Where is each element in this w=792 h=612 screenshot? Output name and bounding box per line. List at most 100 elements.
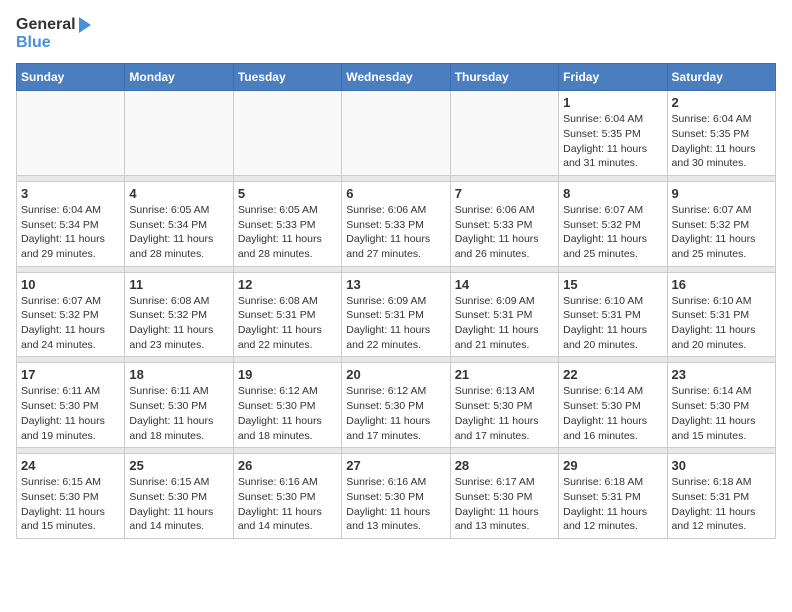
calendar-day-cell: 22 Sunrise: 6:14 AMSunset: 5:30 PMDayligh… xyxy=(559,363,667,448)
day-info: Sunrise: 6:12 AMSunset: 5:30 PMDaylight:… xyxy=(238,384,337,443)
day-info: Sunrise: 6:11 AMSunset: 5:30 PMDaylight:… xyxy=(21,384,120,443)
day-info: Sunrise: 6:10 AMSunset: 5:31 PMDaylight:… xyxy=(672,294,771,353)
day-info: Sunrise: 6:08 AMSunset: 5:31 PMDaylight:… xyxy=(238,294,337,353)
weekday-header: Sunday xyxy=(17,64,125,91)
day-number: 21 xyxy=(455,367,554,382)
calendar-week-row: 3 Sunrise: 6:04 AMSunset: 5:34 PMDaylight… xyxy=(17,181,776,266)
calendar-day-cell: 13 Sunrise: 6:09 AMSunset: 5:31 PMDayligh… xyxy=(342,272,450,357)
calendar-day-cell xyxy=(17,91,125,176)
calendar-day-cell: 6 Sunrise: 6:06 AMSunset: 5:33 PMDaylight… xyxy=(342,181,450,266)
day-number: 16 xyxy=(672,277,771,292)
calendar-day-cell: 11 Sunrise: 6:08 AMSunset: 5:32 PMDayligh… xyxy=(125,272,233,357)
day-info: Sunrise: 6:09 AMSunset: 5:31 PMDaylight:… xyxy=(455,294,554,353)
calendar-day-cell: 9 Sunrise: 6:07 AMSunset: 5:32 PMDaylight… xyxy=(667,181,775,266)
calendar-day-cell: 8 Sunrise: 6:07 AMSunset: 5:32 PMDaylight… xyxy=(559,181,667,266)
day-info: Sunrise: 6:07 AMSunset: 5:32 PMDaylight:… xyxy=(672,203,771,262)
calendar-day-cell: 2 Sunrise: 6:04 AMSunset: 5:35 PMDaylight… xyxy=(667,91,775,176)
day-info: Sunrise: 6:04 AMSunset: 5:34 PMDaylight:… xyxy=(21,203,120,262)
day-number: 5 xyxy=(238,186,337,201)
day-number: 7 xyxy=(455,186,554,201)
weekday-header: Friday xyxy=(559,64,667,91)
calendar-day-cell: 15Sunrise: 6:10 AMSunset: 5:31 PMDayligh… xyxy=(559,272,667,357)
calendar-day-cell: 10 Sunrise: 6:07 AMSunset: 5:32 PMDayligh… xyxy=(17,272,125,357)
calendar-day-cell: 18Sunrise: 6:11 AMSunset: 5:30 PMDayligh… xyxy=(125,363,233,448)
calendar-header-row: SundayMondayTuesdayWednesdayThursdayFrid… xyxy=(17,64,776,91)
calendar-day-cell: 7 Sunrise: 6:06 AMSunset: 5:33 PMDaylight… xyxy=(450,181,558,266)
day-info: Sunrise: 6:13 AMSunset: 5:30 PMDaylight:… xyxy=(455,384,554,443)
day-info: Sunrise: 6:15 AMSunset: 5:30 PMDaylight:… xyxy=(129,475,228,534)
calendar-day-cell: 1Sunrise: 6:04 AMSunset: 5:35 PMDaylight… xyxy=(559,91,667,176)
weekday-header: Wednesday xyxy=(342,64,450,91)
day-info: Sunrise: 6:04 AMSunset: 5:35 PMDaylight:… xyxy=(563,112,662,171)
day-number: 17 xyxy=(21,367,120,382)
calendar-day-cell: 16 Sunrise: 6:10 AMSunset: 5:31 PMDayligh… xyxy=(667,272,775,357)
day-number: 6 xyxy=(346,186,445,201)
day-number: 3 xyxy=(21,186,120,201)
day-info: Sunrise: 6:05 AMSunset: 5:33 PMDaylight:… xyxy=(238,203,337,262)
day-number: 30 xyxy=(672,458,771,473)
calendar-day-cell: 23 Sunrise: 6:14 AMSunset: 5:30 PMDayligh… xyxy=(667,363,775,448)
calendar-day-cell: 12Sunrise: 6:08 AMSunset: 5:31 PMDayligh… xyxy=(233,272,341,357)
day-info: Sunrise: 6:09 AMSunset: 5:31 PMDaylight:… xyxy=(346,294,445,353)
day-number: 22 xyxy=(563,367,662,382)
page-header: General Blue xyxy=(16,16,776,51)
day-info: Sunrise: 6:06 AMSunset: 5:33 PMDaylight:… xyxy=(346,203,445,262)
day-number: 15 xyxy=(563,277,662,292)
day-number: 11 xyxy=(129,277,228,292)
day-number: 2 xyxy=(672,95,771,110)
calendar-day-cell: 17 Sunrise: 6:11 AMSunset: 5:30 PMDayligh… xyxy=(17,363,125,448)
calendar-day-cell xyxy=(450,91,558,176)
calendar-day-cell: 14 Sunrise: 6:09 AMSunset: 5:31 PMDayligh… xyxy=(450,272,558,357)
day-info: Sunrise: 6:14 AMSunset: 5:30 PMDaylight:… xyxy=(672,384,771,443)
day-number: 19 xyxy=(238,367,337,382)
weekday-header: Monday xyxy=(125,64,233,91)
logo: General Blue xyxy=(16,16,91,51)
calendar-week-row: 1Sunrise: 6:04 AMSunset: 5:35 PMDaylight… xyxy=(17,91,776,176)
day-info: Sunrise: 6:04 AMSunset: 5:35 PMDaylight:… xyxy=(672,112,771,171)
day-info: Sunrise: 6:15 AMSunset: 5:30 PMDaylight:… xyxy=(21,475,120,534)
day-info: Sunrise: 6:18 AMSunset: 5:31 PMDaylight:… xyxy=(563,475,662,534)
day-number: 29 xyxy=(563,458,662,473)
day-info: Sunrise: 6:16 AMSunset: 5:30 PMDaylight:… xyxy=(346,475,445,534)
day-number: 27 xyxy=(346,458,445,473)
day-info: Sunrise: 6:14 AMSunset: 5:30 PMDaylight:… xyxy=(563,384,662,443)
day-number: 28 xyxy=(455,458,554,473)
calendar-week-row: 17 Sunrise: 6:11 AMSunset: 5:30 PMDayligh… xyxy=(17,363,776,448)
day-info: Sunrise: 6:05 AMSunset: 5:34 PMDaylight:… xyxy=(129,203,228,262)
calendar-day-cell: 21 Sunrise: 6:13 AMSunset: 5:30 PMDayligh… xyxy=(450,363,558,448)
day-number: 14 xyxy=(455,277,554,292)
day-info: Sunrise: 6:06 AMSunset: 5:33 PMDaylight:… xyxy=(455,203,554,262)
calendar-day-cell: 20 Sunrise: 6:12 AMSunset: 5:30 PMDayligh… xyxy=(342,363,450,448)
calendar-day-cell: 27 Sunrise: 6:16 AMSunset: 5:30 PMDayligh… xyxy=(342,454,450,539)
day-info: Sunrise: 6:07 AMSunset: 5:32 PMDaylight:… xyxy=(21,294,120,353)
weekday-header: Tuesday xyxy=(233,64,341,91)
calendar-day-cell: 5 Sunrise: 6:05 AMSunset: 5:33 PMDaylight… xyxy=(233,181,341,266)
day-number: 23 xyxy=(672,367,771,382)
day-info: Sunrise: 6:12 AMSunset: 5:30 PMDaylight:… xyxy=(346,384,445,443)
day-info: Sunrise: 6:07 AMSunset: 5:32 PMDaylight:… xyxy=(563,203,662,262)
calendar-day-cell xyxy=(233,91,341,176)
day-number: 10 xyxy=(21,277,120,292)
day-number: 18 xyxy=(129,367,228,382)
day-number: 25 xyxy=(129,458,228,473)
calendar-week-row: 24 Sunrise: 6:15 AMSunset: 5:30 PMDayligh… xyxy=(17,454,776,539)
calendar-week-row: 10 Sunrise: 6:07 AMSunset: 5:32 PMDayligh… xyxy=(17,272,776,357)
day-info: Sunrise: 6:17 AMSunset: 5:30 PMDaylight:… xyxy=(455,475,554,534)
calendar-day-cell: 25 Sunrise: 6:15 AMSunset: 5:30 PMDayligh… xyxy=(125,454,233,539)
day-number: 13 xyxy=(346,277,445,292)
calendar-day-cell: 3 Sunrise: 6:04 AMSunset: 5:34 PMDaylight… xyxy=(17,181,125,266)
calendar-day-cell: 19 Sunrise: 6:12 AMSunset: 5:30 PMDayligh… xyxy=(233,363,341,448)
day-number: 4 xyxy=(129,186,228,201)
calendar-day-cell xyxy=(125,91,233,176)
day-number: 26 xyxy=(238,458,337,473)
day-number: 8 xyxy=(563,186,662,201)
day-number: 9 xyxy=(672,186,771,201)
calendar-day-cell: 28 Sunrise: 6:17 AMSunset: 5:30 PMDayligh… xyxy=(450,454,558,539)
day-number: 24 xyxy=(21,458,120,473)
day-info: Sunrise: 6:08 AMSunset: 5:32 PMDaylight:… xyxy=(129,294,228,353)
day-number: 20 xyxy=(346,367,445,382)
calendar-day-cell: 24 Sunrise: 6:15 AMSunset: 5:30 PMDayligh… xyxy=(17,454,125,539)
calendar-table: SundayMondayTuesdayWednesdayThursdayFrid… xyxy=(16,63,776,539)
calendar-day-cell: 26Sunrise: 6:16 AMSunset: 5:30 PMDayligh… xyxy=(233,454,341,539)
calendar-body: 1Sunrise: 6:04 AMSunset: 5:35 PMDaylight… xyxy=(17,91,776,539)
